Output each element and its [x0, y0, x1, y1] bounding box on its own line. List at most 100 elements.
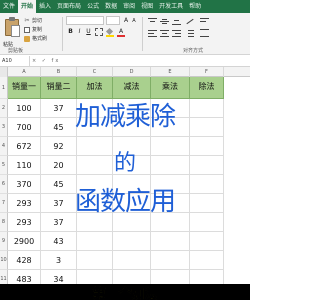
- tab-insert[interactable]: 插入: [36, 0, 54, 13]
- table-cell[interactable]: [113, 175, 151, 194]
- borders-button[interactable]: [95, 28, 103, 36]
- table-cell[interactable]: [151, 137, 190, 156]
- row-header-8[interactable]: 8: [0, 213, 8, 232]
- tab-data[interactable]: 数据: [102, 0, 120, 13]
- table-cell[interactable]: 45: [41, 175, 77, 194]
- header-cell-subtraction[interactable]: 减法: [113, 77, 151, 99]
- table-cell[interactable]: 43: [41, 232, 77, 251]
- font-size-dropdown[interactable]: [106, 16, 120, 25]
- table-cell[interactable]: [190, 99, 224, 118]
- copy-button[interactable]: 复制: [24, 26, 42, 33]
- table-cell[interactable]: [190, 175, 224, 194]
- table-cell[interactable]: 700: [8, 118, 41, 137]
- tab-review[interactable]: 审阅: [120, 0, 138, 13]
- table-cell[interactable]: 100: [8, 99, 41, 118]
- table-cell[interactable]: [190, 194, 224, 213]
- fill-color-button[interactable]: [106, 28, 114, 37]
- table-cell[interactable]: 3: [41, 251, 77, 270]
- table-cell[interactable]: 92: [41, 137, 77, 156]
- table-cell[interactable]: 428: [8, 251, 41, 270]
- table-cell[interactable]: [77, 232, 113, 251]
- font-name-dropdown[interactable]: [66, 16, 104, 25]
- table-cell[interactable]: [190, 118, 224, 137]
- table-cell[interactable]: [151, 99, 190, 118]
- table-cell[interactable]: [113, 213, 151, 232]
- merge-center-button[interactable]: [200, 29, 209, 37]
- row-header-3[interactable]: 3: [0, 118, 8, 137]
- table-cell[interactable]: [77, 251, 113, 270]
- row-header-5[interactable]: 5: [0, 156, 8, 175]
- tab-home[interactable]: 开始: [18, 0, 37, 13]
- table-cell[interactable]: 293: [8, 213, 41, 232]
- table-cell[interactable]: [151, 194, 190, 213]
- row-header-4[interactable]: 4: [0, 137, 8, 156]
- row-header-1[interactable]: 1: [0, 77, 8, 99]
- cut-button[interactable]: ✂ 剪切: [24, 17, 42, 24]
- shrink-font-button[interactable]: A: [130, 17, 138, 25]
- header-cell-addition[interactable]: 加法: [77, 77, 113, 99]
- row-header-7[interactable]: 7: [0, 194, 8, 213]
- column-header-f[interactable]: F: [190, 67, 224, 77]
- table-cell[interactable]: [190, 156, 224, 175]
- align-top-button[interactable]: [148, 17, 157, 25]
- table-cell[interactable]: [77, 137, 113, 156]
- table-cell[interactable]: [77, 175, 113, 194]
- table-cell[interactable]: [77, 118, 113, 137]
- row-header-9[interactable]: 9: [0, 232, 8, 251]
- table-cell[interactable]: [113, 137, 151, 156]
- header-cell-multiplication[interactable]: 乘法: [151, 77, 190, 99]
- table-cell[interactable]: [77, 194, 113, 213]
- tab-help[interactable]: 帮助: [186, 0, 204, 13]
- table-cell[interactable]: [113, 194, 151, 213]
- table-cell[interactable]: 672: [8, 137, 41, 156]
- column-header-e[interactable]: E: [151, 67, 190, 77]
- tab-formulas[interactable]: 公式: [84, 0, 102, 13]
- align-left-button[interactable]: [148, 29, 157, 37]
- name-box[interactable]: A10: [0, 56, 30, 66]
- tab-view[interactable]: 视图: [138, 0, 156, 13]
- row-header-2[interactable]: 2: [0, 99, 8, 118]
- underline-button[interactable]: U: [85, 28, 92, 36]
- header-cell-sales-2[interactable]: 销量二: [41, 77, 77, 99]
- align-bottom-button[interactable]: [172, 17, 181, 25]
- table-cell[interactable]: [151, 118, 190, 137]
- table-cell[interactable]: 37: [41, 99, 77, 118]
- header-cell-sales-1[interactable]: 销量一: [8, 77, 41, 99]
- table-cell[interactable]: [190, 213, 224, 232]
- column-header-c[interactable]: C: [77, 67, 113, 77]
- table-cell[interactable]: 2900: [8, 232, 41, 251]
- font-color-button[interactable]: A: [117, 28, 125, 37]
- table-cell[interactable]: [113, 118, 151, 137]
- format-painter-button[interactable]: 格式刷: [24, 35, 47, 42]
- grow-font-button[interactable]: A: [122, 17, 130, 25]
- table-cell[interactable]: 370: [8, 175, 41, 194]
- wrap-text-button[interactable]: [200, 17, 209, 25]
- column-header-b[interactable]: B: [41, 67, 77, 77]
- formula-buttons[interactable]: × ✓ fx: [32, 56, 60, 66]
- table-cell[interactable]: 110: [8, 156, 41, 175]
- table-cell[interactable]: [151, 156, 190, 175]
- table-cell[interactable]: [190, 232, 224, 251]
- orientation-button[interactable]: [185, 17, 194, 25]
- row-header-10[interactable]: 10: [0, 251, 8, 270]
- table-cell[interactable]: [77, 99, 113, 118]
- tab-page-layout[interactable]: 页面布局: [54, 0, 84, 13]
- select-all-corner[interactable]: [0, 67, 8, 77]
- bold-button[interactable]: B: [67, 28, 74, 36]
- header-cell-division[interactable]: 除法: [190, 77, 224, 99]
- table-cell[interactable]: 37: [41, 213, 77, 232]
- table-cell[interactable]: [113, 232, 151, 251]
- align-center-button[interactable]: [160, 29, 169, 37]
- align-middle-button[interactable]: [160, 17, 169, 25]
- table-cell[interactable]: [151, 232, 190, 251]
- table-cell[interactable]: [113, 251, 151, 270]
- table-cell[interactable]: [77, 156, 113, 175]
- table-cell[interactable]: [151, 251, 190, 270]
- table-cell[interactable]: 45: [41, 118, 77, 137]
- tab-developer[interactable]: 开发工具: [156, 0, 186, 13]
- table-cell[interactable]: 293: [8, 194, 41, 213]
- row-header-6[interactable]: 6: [0, 175, 8, 194]
- table-cell[interactable]: [113, 156, 151, 175]
- formula-input[interactable]: [62, 56, 248, 66]
- italic-button[interactable]: I: [76, 28, 83, 36]
